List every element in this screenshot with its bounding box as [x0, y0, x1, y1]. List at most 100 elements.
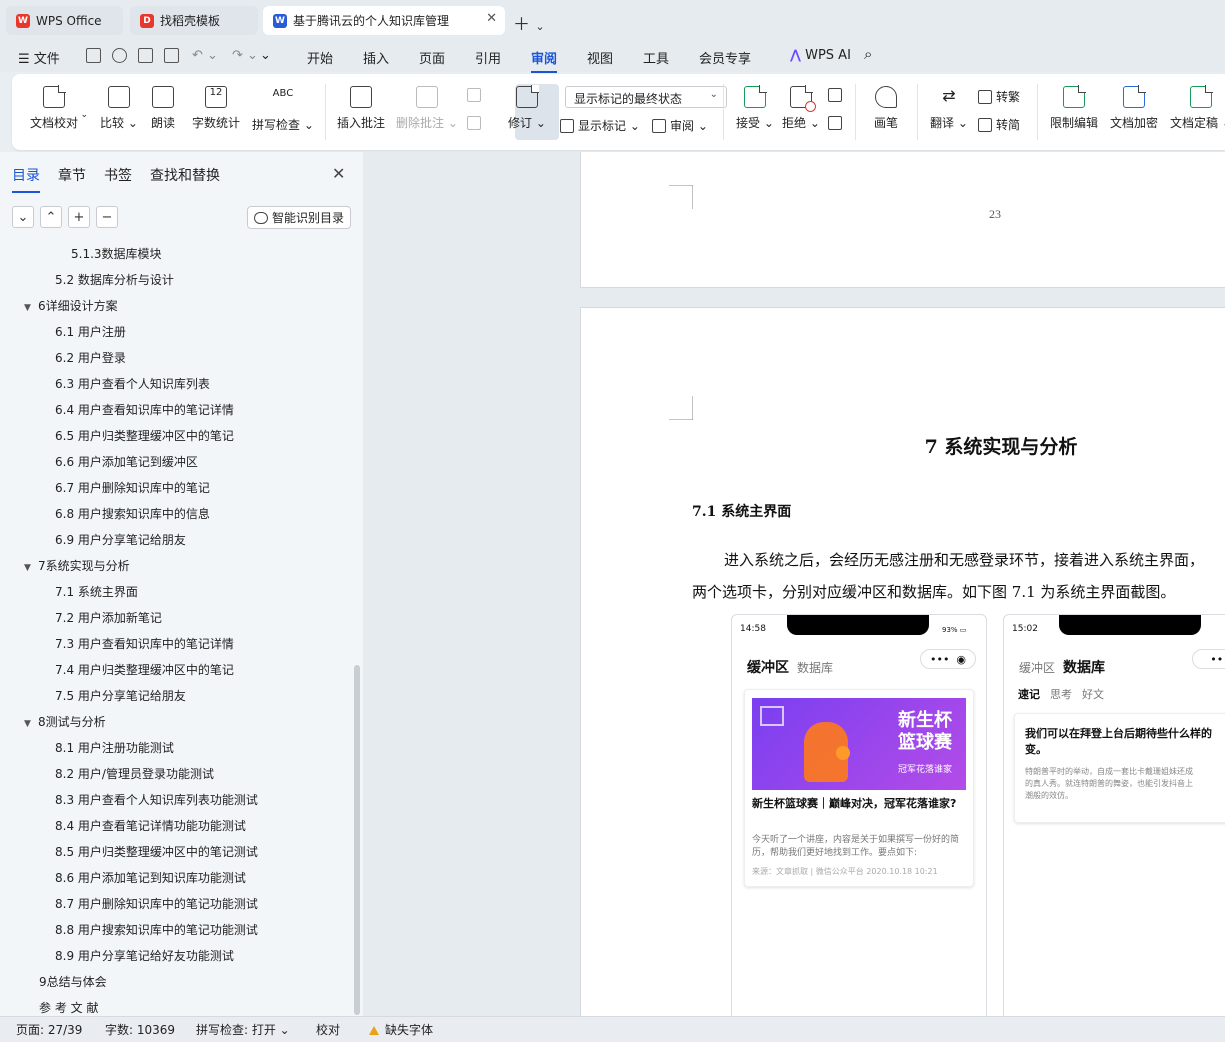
- toc-item[interactable]: 7.4 用户归类整理缓冲区中的笔记: [55, 661, 234, 678]
- toc-item-label: 8.8 用户搜索知识库中的笔记功能测试: [55, 923, 258, 937]
- markup-state-select[interactable]: 显示标记的最终状态 ⌄: [565, 86, 727, 108]
- toc-item[interactable]: 6.1 用户注册: [55, 323, 126, 340]
- proof-button[interactable]: 校对: [316, 1021, 340, 1038]
- toc-item[interactable]: 8.4 用户查看笔记详情功能功能测试: [55, 817, 246, 834]
- file-menu[interactable]: ☰ 文件: [18, 48, 60, 67]
- to-traditional-button[interactable]: 转繁: [978, 88, 1020, 105]
- track-changes-button[interactable]: 修订 ⌄: [508, 80, 546, 144]
- tab-bookmarks[interactable]: 书签: [104, 165, 132, 185]
- print-icon[interactable]: [138, 48, 153, 63]
- toc-item[interactable]: 8.9 用户分享笔记给好友功能测试: [55, 947, 234, 964]
- ai-toc-button[interactable]: 智能识别目录: [247, 206, 351, 229]
- insert-comment-button[interactable]: 插入批注: [337, 80, 385, 144]
- toc-item[interactable]: 7.1 系统主界面: [55, 583, 138, 600]
- more-quick-icon[interactable]: ⌄: [260, 48, 271, 63]
- restrict-edit-button[interactable]: 限制编辑: [1050, 80, 1098, 144]
- spell-check-toggle[interactable]: 拼写检查: 打开 ⌄: [196, 1021, 290, 1038]
- delete-comment-button[interactable]: 删除批注 ⌄: [396, 80, 458, 144]
- menu-start[interactable]: 开始: [307, 48, 333, 67]
- toc-item[interactable]: 6.5 用户归类整理缓冲区中的笔记: [55, 427, 234, 444]
- next-comment-icon[interactable]: [467, 116, 485, 130]
- tab-toc[interactable]: 目录: [12, 165, 40, 193]
- share-icon[interactable]: [112, 48, 127, 63]
- toc-item[interactable]: 8.7 用户删除知识库中的笔记功能测试: [55, 895, 258, 912]
- menu-tools[interactable]: 工具: [643, 48, 669, 67]
- toc-item[interactable]: 8.2 用户/管理员登录功能测试: [55, 765, 214, 782]
- menu-member[interactable]: 会员专享: [699, 48, 751, 67]
- close-pane-icon[interactable]: ✕: [332, 164, 345, 183]
- toc-item[interactable]: 8.6 用户添加笔记到知识库功能测试: [55, 869, 246, 886]
- add-heading-button[interactable]: +: [68, 206, 90, 228]
- page-indicator[interactable]: 页面: 27/39: [16, 1021, 82, 1038]
- menu-insert[interactable]: 插入: [363, 48, 389, 67]
- save-icon[interactable]: [86, 48, 101, 63]
- toc-item[interactable]: 6.9 用户分享笔记给朋友: [55, 531, 186, 548]
- new-tab-button[interactable]: ＋ ⌄: [513, 10, 545, 35]
- toc-item[interactable]: 6.4 用户查看知识库中的笔记详情: [55, 401, 234, 418]
- toc-item[interactable]: 7.5 用户分享笔记给朋友: [55, 687, 186, 704]
- tab-chapters[interactable]: 章节: [58, 165, 86, 185]
- undo-icon[interactable]: ↶ ⌄: [192, 48, 218, 63]
- toc-item[interactable]: 5.1.3数据库模块: [71, 246, 162, 262]
- toc-item[interactable]: 6.7 用户删除知识库中的笔记: [55, 479, 210, 496]
- compare-button[interactable]: 比较 ⌄: [100, 80, 138, 144]
- tab-document[interactable]: W 基于腾讯云的个人知识库管理 ✕: [263, 6, 505, 35]
- toc-item[interactable]: 9总结与体会: [39, 973, 107, 990]
- toc-item[interactable]: 8.3 用户查看个人知识库列表功能测试: [55, 791, 258, 808]
- toc-item[interactable]: ▼ 6详细设计方案: [24, 297, 118, 314]
- toc-item[interactable]: 8.8 用户搜索知识库中的笔记功能测试: [55, 921, 258, 938]
- toc-item[interactable]: 6.8 用户搜索知识库中的信息: [55, 505, 210, 522]
- toc-item[interactable]: 6.6 用户添加笔记到缓冲区: [55, 453, 198, 470]
- toc-scrollbar[interactable]: [354, 665, 360, 1015]
- tab-find-replace[interactable]: 查找和替换: [150, 165, 220, 185]
- reject-button[interactable]: 拒绝 ⌄: [782, 80, 820, 144]
- remove-heading-button[interactable]: −: [96, 206, 118, 228]
- toc-item[interactable]: 参 考 文 献: [39, 999, 98, 1016]
- to-simplified-button[interactable]: 转简: [978, 116, 1020, 133]
- finalize-button[interactable]: 文档定稿 ⌄: [1170, 80, 1225, 144]
- translate-button[interactable]: ⇄ 翻译 ⌄: [930, 80, 968, 144]
- read-aloud-button[interactable]: 朗读: [151, 80, 175, 144]
- missing-font-button[interactable]: 缺失字体: [369, 1021, 433, 1038]
- review-pane-button[interactable]: 审阅 ⌄: [652, 117, 708, 134]
- expand-arrow-icon[interactable]: ▼: [24, 563, 38, 573]
- toc-item-label: 8.2 用户/管理员登录功能测试: [55, 767, 214, 781]
- expand-down-button[interactable]: ⌄: [12, 206, 34, 228]
- doc-proof-button[interactable]: 文档校对 ⌄: [30, 80, 88, 144]
- collapse-up-button[interactable]: ⌃: [40, 206, 62, 228]
- expand-arrow-icon[interactable]: ▼: [24, 719, 38, 729]
- tab-wps-office[interactable]: W WPS Office: [6, 6, 123, 35]
- search-icon[interactable]: ⌕: [864, 45, 872, 63]
- toc-item[interactable]: 7.3 用户查看知识库中的笔记详情: [55, 635, 234, 652]
- toc-item[interactable]: ▼ 8测试与分析: [24, 713, 106, 730]
- expand-arrow-icon[interactable]: ▼: [24, 303, 38, 313]
- menu-review[interactable]: 审阅: [531, 48, 558, 73]
- note-title: 新生杯篮球赛｜巅峰对决，冠军花落谁家?: [752, 797, 957, 810]
- toc-item[interactable]: 7.2 用户添加新笔记: [55, 609, 162, 626]
- toc-item[interactable]: 8.1 用户注册功能测试: [55, 739, 174, 756]
- toc-item[interactable]: 5.2 数据库分析与设计: [55, 271, 174, 288]
- toc-item[interactable]: 8.5 用户归类整理缓冲区中的笔记测试: [55, 843, 258, 860]
- menu-view[interactable]: 视图: [587, 48, 613, 67]
- phone-notch: [1059, 615, 1201, 635]
- tab-docer-templates[interactable]: D 找稻壳模板: [130, 6, 258, 35]
- word-count-indicator[interactable]: 字数: 10369: [105, 1021, 175, 1038]
- prev-comment-icon[interactable]: [467, 88, 485, 102]
- word-count-button[interactable]: 12 字数统计: [192, 80, 240, 144]
- print-preview-icon[interactable]: [164, 48, 179, 63]
- show-markup-button[interactable]: 显示标记 ⌄: [560, 117, 640, 134]
- menu-page[interactable]: 页面: [419, 48, 445, 67]
- toc-item[interactable]: 6.2 用户登录: [55, 349, 126, 366]
- spell-check-button[interactable]: ABC 拼写检查 ⌄: [252, 80, 314, 144]
- close-tab-icon[interactable]: ✕: [486, 11, 497, 26]
- next-change-icon[interactable]: [828, 116, 846, 130]
- toc-item[interactable]: ▼ 7系统实现与分析: [24, 557, 130, 574]
- redo-icon[interactable]: ↷ ⌄: [232, 48, 258, 63]
- ink-button[interactable]: 画笔: [874, 80, 898, 144]
- encrypt-button[interactable]: 文档加密: [1110, 80, 1158, 144]
- wps-ai-button[interactable]: ⋀ WPS AI: [790, 48, 851, 63]
- prev-change-icon[interactable]: [828, 88, 846, 102]
- menu-reference[interactable]: 引用: [475, 48, 501, 67]
- accept-button[interactable]: 接受 ⌄: [736, 80, 774, 144]
- toc-item[interactable]: 6.3 用户查看个人知识库列表: [55, 375, 210, 392]
